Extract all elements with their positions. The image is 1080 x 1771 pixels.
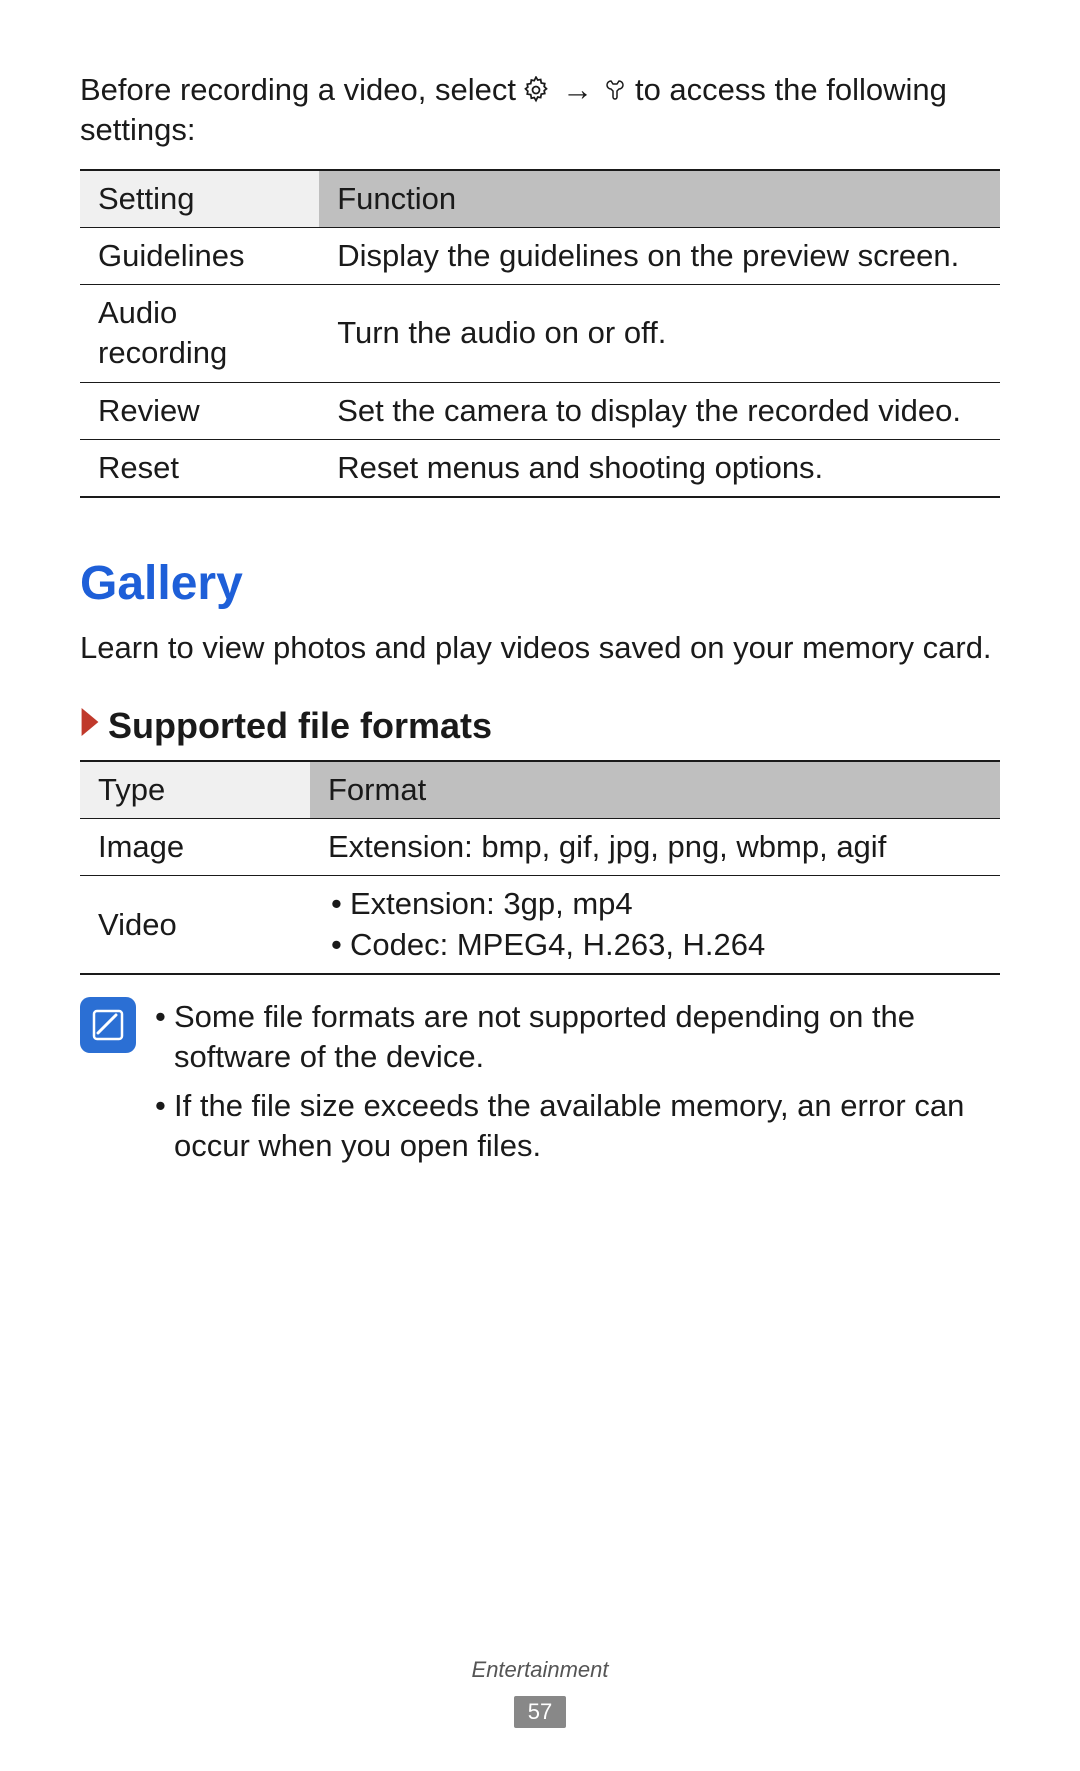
table-header-row: Type Format — [80, 761, 1000, 819]
format-cell: Extension: bmp, gif, jpg, png, wbmp, agi… — [310, 819, 1000, 876]
function-cell: Display the guidelines on the preview sc… — [319, 227, 1000, 284]
type-cell: Video — [80, 876, 310, 974]
gear-icon — [522, 76, 550, 104]
arrow-right-icon: → — [562, 70, 593, 110]
intro-paragraph: Before recording a video, select → to ac… — [80, 70, 1000, 151]
intro-before-text: Before recording a video, select — [80, 70, 516, 110]
header-format: Format — [310, 761, 1000, 819]
subsection-title: Supported file formats — [108, 703, 492, 750]
note-icon — [80, 997, 136, 1053]
setting-cell: Guidelines — [80, 227, 319, 284]
intro-after-text: to access the following — [635, 70, 947, 110]
list-item: Codec: MPEG4, H.263, H.264 — [328, 925, 982, 965]
table-row: Audio recording Turn the audio on or off… — [80, 285, 1000, 383]
table-row: Guidelines Display the guidelines on the… — [80, 227, 1000, 284]
table-row: Image Extension: bmp, gif, jpg, png, wbm… — [80, 819, 1000, 876]
setting-cell: Reset — [80, 440, 319, 498]
table-row: Reset Reset menus and shooting options. — [80, 440, 1000, 498]
type-cell: Image — [80, 819, 310, 876]
section-title-gallery: Gallery — [80, 553, 1000, 615]
table-header-row: Setting Function — [80, 170, 1000, 228]
note-box: Some file formats are not supported depe… — [80, 997, 1000, 1174]
function-cell: Turn the audio on or off. — [319, 285, 1000, 383]
formats-table: Type Format Image Extension: bmp, gif, j… — [80, 760, 1000, 975]
page-number: 57 — [514, 1696, 566, 1729]
note-content: Some file formats are not supported depe… — [152, 997, 1000, 1174]
subsection-header: Supported file formats — [80, 703, 1000, 750]
setting-cell: Review — [80, 382, 319, 439]
note-item: If the file size exceeds the available m… — [152, 1086, 1000, 1167]
gallery-description: Learn to view photos and play videos sav… — [80, 628, 1000, 668]
video-formats-list: Extension: 3gp, mp4 Codec: MPEG4, H.263,… — [328, 884, 982, 965]
page-footer: Entertainment 57 — [0, 1656, 1080, 1729]
function-cell: Reset menus and shooting options. — [319, 440, 1000, 498]
table-row: Review Set the camera to display the rec… — [80, 382, 1000, 439]
setting-cell: Audio recording — [80, 285, 319, 383]
note-item: Some file formats are not supported depe… — [152, 997, 1000, 1078]
header-function: Function — [319, 170, 1000, 228]
list-item: Extension: 3gp, mp4 — [328, 884, 982, 924]
format-cell: Extension: 3gp, mp4 Codec: MPEG4, H.263,… — [310, 876, 1000, 974]
chevron-right-icon — [80, 706, 100, 746]
function-cell: Set the camera to display the recorded v… — [319, 382, 1000, 439]
header-type: Type — [80, 761, 310, 819]
intro-line2: settings: — [80, 110, 1000, 150]
wrench-icon — [605, 76, 629, 104]
header-setting: Setting — [80, 170, 319, 228]
footer-category: Entertainment — [0, 1656, 1080, 1685]
settings-table: Setting Function Guidelines Display the … — [80, 169, 1000, 499]
table-row: Video Extension: 3gp, mp4 Codec: MPEG4, … — [80, 876, 1000, 974]
